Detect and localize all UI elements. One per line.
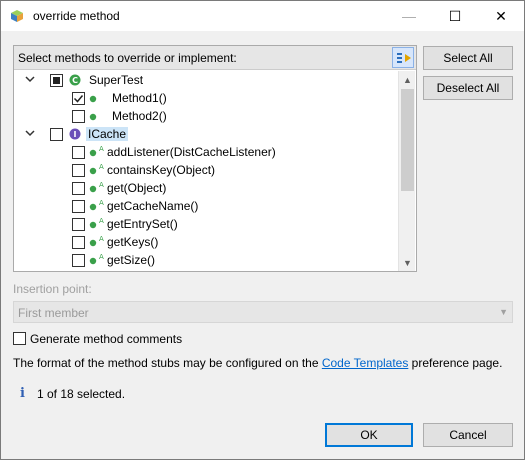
scroll-up-icon[interactable]: ▲ xyxy=(399,71,416,88)
info-icon: i xyxy=(20,386,25,401)
tree-method-row[interactable]: Aget(Object) xyxy=(14,179,398,197)
deselect-all-button[interactable]: Deselect All xyxy=(423,76,513,100)
tree-method-row[interactable]: Method2() xyxy=(14,107,398,125)
svg-text:I: I xyxy=(74,130,77,139)
checkmark-icon xyxy=(73,95,84,103)
tree-node-label: get(Object) xyxy=(107,181,167,195)
insertion-point-value: First member xyxy=(18,306,89,320)
generate-comments-checkbox[interactable] xyxy=(13,332,26,345)
close-button[interactable]: ✕ xyxy=(478,1,524,31)
tree-method-row[interactable]: AaddListener(DistCacheListener) xyxy=(14,143,398,161)
tree-node-label: Method2() xyxy=(112,109,167,123)
insertion-point-label: Insertion point: xyxy=(13,282,92,296)
template-info-text: The format of the method stubs may be co… xyxy=(13,356,502,370)
scroll-down-icon[interactable]: ▼ xyxy=(399,254,416,271)
scrollbar-thumb[interactable] xyxy=(401,89,414,191)
svg-text:A: A xyxy=(99,182,104,189)
maximize-button[interactable]: ☐ xyxy=(432,1,478,31)
chevron-down-icon[interactable] xyxy=(24,73,36,85)
selection-status: 1 of 18 selected. xyxy=(37,387,126,401)
select-all-button[interactable]: Select All xyxy=(423,46,513,70)
svg-text:A: A xyxy=(99,236,104,243)
tree-node-label: addListener(DistCacheListener) xyxy=(107,145,276,159)
tree-node-label: SuperTest xyxy=(89,73,144,87)
svg-text:A: A xyxy=(99,164,104,171)
minimize-button[interactable]: — xyxy=(386,1,432,31)
tree-checkbox[interactable] xyxy=(72,218,85,231)
tree-checkbox[interactable] xyxy=(72,182,85,195)
methods-tree[interactable]: C SuperTest Method1() Method2() I ICache AaddL… xyxy=(14,71,398,271)
tree-scrollbar[interactable]: ▲ ▼ xyxy=(398,71,415,271)
tree-node-label: containsKey(Object) xyxy=(107,163,216,177)
svg-text:A: A xyxy=(99,146,104,153)
template-info-suffix: preference page. xyxy=(408,356,503,370)
tree-method-row[interactable]: AgetSize() xyxy=(14,251,398,269)
tree-node[interactable]: C SuperTest xyxy=(14,71,398,89)
cancel-button[interactable]: Cancel xyxy=(423,423,513,447)
ok-button[interactable]: OK xyxy=(325,423,413,447)
chevron-down-icon: ▼ xyxy=(499,307,508,317)
tree-node-label: Method1() xyxy=(112,91,167,105)
sort-icon xyxy=(397,53,411,63)
tree-checkbox[interactable] xyxy=(72,236,85,249)
interface-icon: I xyxy=(69,128,81,140)
methods-tree-panel: Select methods to override or implement:… xyxy=(13,45,417,272)
abstract-method-icon: A xyxy=(89,182,104,193)
generate-comments-label[interactable]: Generate method comments xyxy=(30,332,182,346)
abstract-method-icon: A xyxy=(89,200,104,211)
svg-text:A: A xyxy=(99,218,104,225)
tree-node-label: ICache xyxy=(86,127,129,141)
template-info-prefix: The format of the method stubs may be co… xyxy=(13,356,322,370)
tree-method-row[interactable]: AgetCacheName() xyxy=(14,197,398,215)
tree-method-row[interactable]: AgetEntrySet() xyxy=(14,215,398,233)
tree-checkbox[interactable] xyxy=(72,92,85,105)
code-templates-link[interactable]: Code Templates xyxy=(322,356,409,370)
abstract-method-icon: A xyxy=(89,164,104,175)
override-method-dialog: override method — ☐ ✕ Select methods to … xyxy=(0,0,525,460)
tree-node-label: getEntrySet() xyxy=(107,217,178,231)
abstract-method-icon: A xyxy=(89,254,104,265)
tree-node-label: getCacheName() xyxy=(107,199,199,213)
tree-checkbox[interactable] xyxy=(72,164,85,177)
app-logo-icon xyxy=(11,10,23,22)
tree-checkbox[interactable] xyxy=(72,200,85,213)
window-title: override method xyxy=(33,9,120,23)
tree-method-row[interactable]: AgetKeys() xyxy=(14,233,398,251)
class-icon: C xyxy=(69,74,81,86)
svg-text:C: C xyxy=(72,76,78,85)
chevron-down-icon[interactable] xyxy=(24,127,36,139)
abstract-method-icon: A xyxy=(89,146,104,157)
method-icon xyxy=(89,95,97,103)
tree-header-label: Select methods to override or implement: xyxy=(18,51,237,65)
title-bar: override method — ☐ ✕ xyxy=(1,1,524,31)
tree-method-row[interactable]: Method1() xyxy=(14,89,398,107)
tree-checkbox[interactable] xyxy=(72,110,85,123)
method-icon xyxy=(89,113,97,121)
tree-node[interactable]: I ICache xyxy=(14,125,398,143)
abstract-method-icon: A xyxy=(89,236,104,247)
tree-node-label: getSize() xyxy=(107,253,156,267)
tree-checkbox[interactable] xyxy=(72,146,85,159)
tree-node-label: getKeys() xyxy=(107,235,159,249)
tree-checkbox[interactable] xyxy=(50,74,63,87)
insertion-point-select[interactable]: First member ▼ xyxy=(13,301,513,323)
tree-checkbox[interactable] xyxy=(50,128,63,141)
tree-method-row[interactable]: AcontainsKey(Object) xyxy=(14,161,398,179)
svg-text:A: A xyxy=(99,254,104,261)
abstract-method-icon: A xyxy=(89,218,104,229)
svg-text:A: A xyxy=(99,200,104,207)
sort-by-type-button[interactable] xyxy=(392,47,414,68)
tree-checkbox[interactable] xyxy=(72,254,85,267)
tree-header: Select methods to override or implement: xyxy=(14,46,416,70)
